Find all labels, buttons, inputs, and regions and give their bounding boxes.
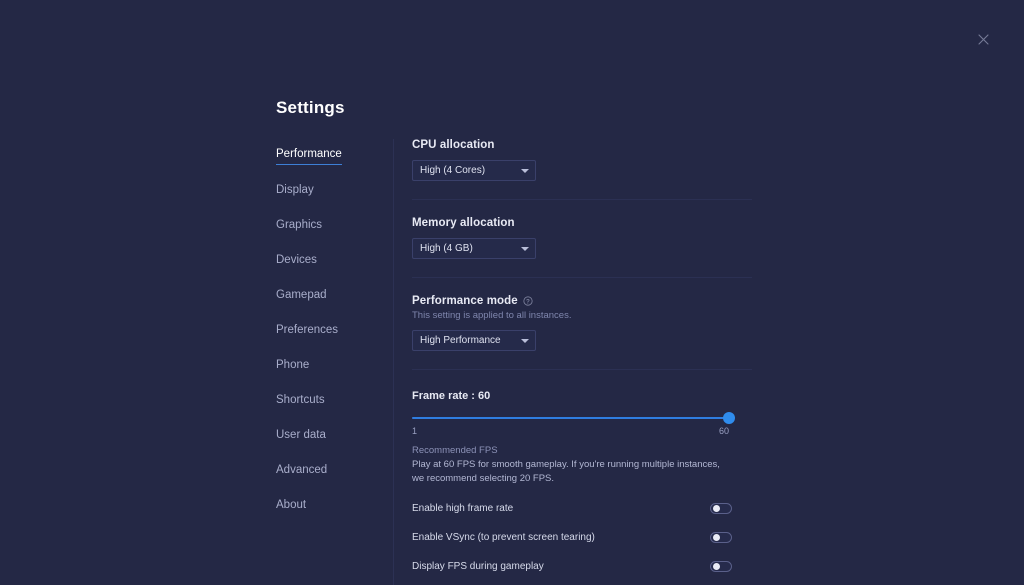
frame-rate-slider[interactable]: [412, 412, 735, 424]
sidebar-item-about[interactable]: About: [276, 499, 306, 514]
slider-scale: 1 60: [412, 426, 729, 436]
performance-mode-select[interactable]: High Performance: [412, 330, 536, 351]
close-icon: [978, 34, 989, 45]
toggle-row-high-frame-rate: Enable high frame rate: [412, 500, 732, 517]
performance-mode-value: High Performance: [420, 335, 501, 346]
frame-rate-label: Frame rate : 60: [412, 390, 491, 402]
cpu-allocation-value: High (4 Cores): [420, 165, 486, 176]
sidebar-item-phone[interactable]: Phone: [276, 359, 309, 374]
chevron-down-icon: [521, 338, 529, 343]
performance-mode-section: Performance mode ? This setting is appli…: [412, 278, 752, 351]
performance-mode-note: This setting is applied to all instances…: [412, 310, 572, 321]
help-circle-icon[interactable]: ?: [523, 296, 533, 306]
slider-max-label: 60: [718, 426, 729, 436]
toggle-knob: [712, 533, 720, 541]
chevron-down-icon: [521, 246, 529, 251]
performance-mode-label-text: Performance mode: [412, 295, 518, 307]
toggle-knob: [712, 504, 720, 512]
sidebar-item-gamepad[interactable]: Gamepad: [276, 289, 327, 304]
toggle-label-vsync: Enable VSync (to prevent screen tearing): [412, 531, 595, 543]
performance-mode-label: Performance mode ?: [412, 295, 752, 307]
toggle-list: Enable high frame rate Enable VSync (to …: [412, 500, 752, 575]
sidebar-item-performance[interactable]: Performance: [276, 148, 342, 165]
recommended-fps-text: Play at 60 FPS for smooth gameplay. If y…: [412, 459, 720, 484]
sidebar-item-graphics[interactable]: Graphics: [276, 219, 322, 234]
toggle-display-fps[interactable]: [710, 560, 732, 572]
toggle-label-high-frame-rate: Enable high frame rate: [412, 502, 514, 514]
slider-fill: [412, 417, 729, 419]
toggle-knob: [712, 562, 720, 570]
sidebar-item-display[interactable]: Display: [276, 184, 314, 199]
chevron-down-icon: [521, 168, 529, 173]
memory-allocation-value: High (4 GB): [420, 243, 473, 254]
toggle-row-display-fps: Display FPS during gameplay: [412, 558, 732, 575]
toggle-vsync[interactable]: [710, 531, 732, 543]
toggle-label-display-fps: Display FPS during gameplay: [412, 560, 544, 572]
cpu-allocation-section: CPU allocation High (4 Cores): [412, 139, 752, 181]
recommended-fps-title: Recommended FPS: [412, 445, 498, 456]
sidebar-item-preferences[interactable]: Preferences: [276, 324, 338, 339]
close-window-button[interactable]: [974, 30, 993, 49]
performance-settings-panel: CPU allocation High (4 Cores) Memory all…: [393, 139, 752, 585]
sidebar-item-user-data[interactable]: User data: [276, 429, 326, 444]
toggle-row-vsync: Enable VSync (to prevent screen tearing): [412, 529, 732, 546]
frame-rate-section: Frame rate : 60 1 60 Recommended FPS Pla…: [412, 370, 752, 486]
svg-text:?: ?: [526, 299, 530, 306]
cpu-allocation-select[interactable]: High (4 Cores): [412, 160, 536, 181]
sidebar-item-shortcuts[interactable]: Shortcuts: [276, 394, 325, 409]
sidebar-item-devices[interactable]: Devices: [276, 254, 317, 269]
toggle-high-frame-rate[interactable]: [710, 502, 732, 514]
page-title: Settings: [276, 98, 345, 117]
settings-sidebar: Performance Display Graphics Devices Gam…: [276, 139, 392, 530]
cpu-allocation-label: CPU allocation: [412, 139, 495, 151]
slider-min-label: 1: [412, 426, 418, 436]
memory-allocation-section: Memory allocation High (4 GB): [412, 200, 752, 259]
slider-thumb[interactable]: [723, 412, 735, 424]
memory-allocation-select[interactable]: High (4 GB): [412, 238, 536, 259]
sidebar-item-advanced[interactable]: Advanced: [276, 464, 327, 479]
settings-dialog: Settings Performance Display Graphics De…: [276, 98, 752, 585]
memory-allocation-label: Memory allocation: [412, 217, 515, 229]
